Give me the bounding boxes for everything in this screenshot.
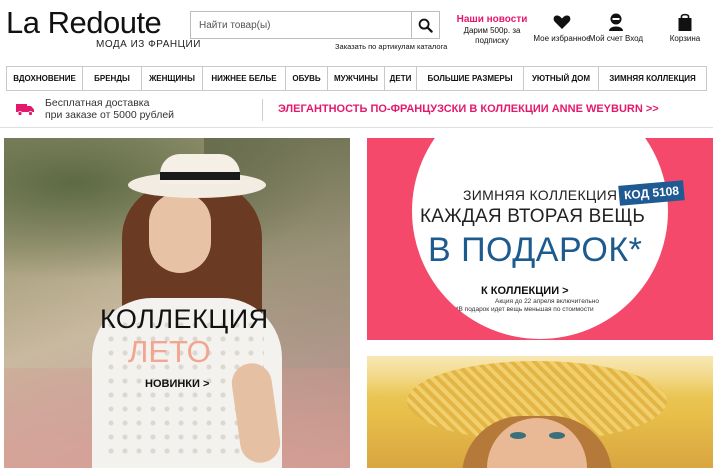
delivery-line-1: Бесплатная доставка (45, 97, 150, 109)
nav-item-lingerie[interactable]: НИЖНЕЕ БЕЛЬЕ (203, 67, 286, 90)
cart-label: Корзина (669, 34, 701, 43)
banner-left-title: КОЛЛЕКЦИЯ (100, 304, 269, 334)
nav-item-shoes[interactable]: ОБУВЬ (286, 67, 328, 90)
promo-line-1: ЗИМНЯЯ КОЛЛЕКЦИЯ (463, 187, 618, 203)
model-eye-right (549, 432, 565, 439)
delivery-line-2: при заказе от 5000 рублей (45, 109, 175, 121)
promo-line-3: В ПОДАРОК* (428, 231, 643, 269)
strip-separator (0, 127, 713, 128)
logo-tagline: МОДА ИЗ ФРАНЦИИ (96, 39, 201, 50)
banner-left-subtitle: ЛЕТО (128, 334, 211, 369)
nav-item-winter-collection[interactable]: ЗИМНЯЯ КОЛЛЕКЦИЯ (599, 67, 706, 90)
campaign-link[interactable]: ЭЛЕГАНТНОСТЬ ПО-ФРАНЦУЗСКИ В КОЛЛЕКЦИИ A… (278, 103, 659, 115)
nav-item-inspiration[interactable]: ВДОХНОВЕНИЕ (7, 67, 83, 90)
strip-divider (262, 99, 263, 121)
newsletter-promo[interactable]: Наши новости Дарим 500р. за подписку (452, 14, 532, 46)
nav-item-home[interactable]: УЮТНЫЙ ДОМ (524, 67, 599, 90)
nav-item-brands[interactable]: БРЕНДЫ (83, 67, 142, 90)
model-eye-left (510, 432, 526, 439)
promo-note-date: Акция до 22 апреля включительно (495, 298, 599, 305)
nav-item-plus-sizes[interactable]: БОЛЬШИЕ РАЗМЕРЫ (417, 67, 524, 90)
promo-line-2: КАЖДАЯ ВТОРАЯ ВЕЩЬ (420, 206, 646, 227)
catalog-order-link[interactable]: Заказать по артикулам каталога (335, 42, 447, 51)
delivery-text: Бесплатная доставка при заказе от 5000 р… (45, 97, 174, 121)
account-button[interactable]: Мой счет Вход (586, 12, 646, 43)
free-delivery-info: Бесплатная доставка при заказе от 5000 р… (16, 97, 174, 121)
winter-collection-promo-banner[interactable]: ЗИМНЯЯ КОЛЛЕКЦИЯ КОД 5108 КАЖДАЯ ВТОРАЯ … (367, 138, 713, 340)
nav-item-women[interactable]: ЖЕНЩИНЫ (142, 67, 203, 90)
favorites-label: Мое избранное (533, 34, 591, 43)
logo[interactable]: La Redoute МОДА ИЗ ФРАНЦИИ (6, 5, 200, 54)
logo-text: La Redoute (6, 5, 162, 40)
nav-item-men[interactable]: МУЖЧИНЫ (328, 67, 385, 90)
favorites-button[interactable]: Мое избранное (532, 12, 592, 43)
cart-button[interactable]: Корзина (655, 12, 713, 43)
new-arrivals-link[interactable]: НОВИНКИ > (145, 378, 209, 390)
bag-icon (678, 13, 692, 31)
promo-note-condition: *В подарок идет вещь меньшая по стоимост… (456, 306, 594, 313)
user-icon (609, 13, 623, 31)
straw-hat-banner[interactable] (367, 356, 713, 468)
heart-icon (553, 15, 571, 29)
promo-text: Дарим 500р. за подписку (463, 26, 521, 45)
truck-icon (16, 103, 34, 116)
model-hat-band (160, 172, 240, 180)
nav-item-kids[interactable]: ДЕТИ (385, 67, 417, 90)
main-nav: ВДОХНОВЕНИЕ БРЕНДЫ ЖЕНЩИНЫ НИЖНЕЕ БЕЛЬЕ … (6, 66, 707, 91)
promo-code-badge: КОД 5108 (618, 180, 685, 206)
promo-title: Наши новости (456, 14, 528, 25)
search-input[interactable] (191, 12, 411, 38)
to-collection-link[interactable]: К КОЛЛЕКЦИИ > (481, 285, 569, 297)
model-face (149, 193, 211, 273)
search-button[interactable] (411, 12, 439, 38)
account-label: Мой счет Вход (588, 34, 644, 43)
search-icon (418, 18, 433, 33)
search-bar (190, 11, 440, 39)
summer-collection-banner[interactable]: КОЛЛЕКЦИЯ ЛЕТО НОВИНКИ > (4, 138, 350, 468)
